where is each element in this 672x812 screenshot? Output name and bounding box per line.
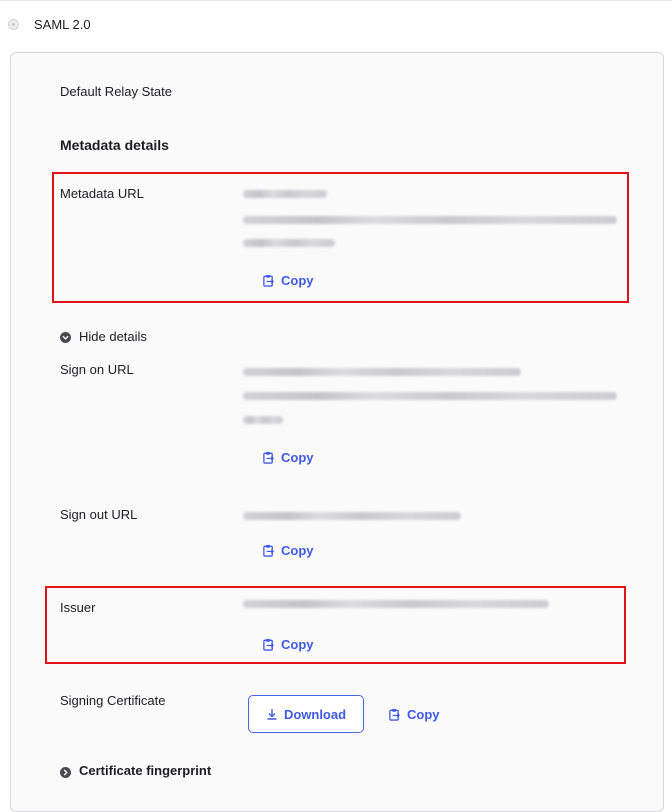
issuer-value-redacted — [243, 600, 549, 608]
sign-on-url-value-redacted — [243, 392, 617, 400]
certificate-fingerprint-toggle[interactable]: Certificate fingerprint — [79, 763, 211, 778]
copy-label: Copy — [281, 273, 314, 288]
metadata-url-label: Metadata URL — [60, 186, 144, 201]
metadata-details-heading: Metadata details — [60, 137, 169, 153]
download-certificate-button[interactable]: Download — [248, 695, 364, 733]
sign-on-url-label: Sign on URL — [60, 362, 134, 377]
sign-out-url-value-redacted — [243, 512, 461, 520]
copy-certificate-button[interactable]: Copy — [388, 707, 440, 722]
copy-label: Copy — [281, 450, 314, 465]
metadata-url-value-redacted — [243, 216, 617, 224]
signing-certificate-label: Signing Certificate — [60, 693, 166, 708]
chevron-right-icon — [60, 767, 71, 778]
download-icon — [267, 709, 277, 720]
copy-sign-out-url-button[interactable]: Copy — [262, 543, 314, 558]
clipboard-icon — [263, 451, 274, 464]
metadata-url-value-redacted — [243, 239, 335, 247]
copy-label: Copy — [281, 637, 314, 652]
clipboard-icon — [263, 638, 274, 651]
default-relay-state-label: Default Relay State — [60, 84, 173, 99]
saml-option-label: SAML 2.0 — [34, 17, 91, 32]
clipboard-icon — [389, 708, 400, 721]
copy-sign-on-url-button[interactable]: Copy — [262, 450, 314, 465]
chevron-down-icon — [60, 332, 71, 343]
copy-label: Copy — [281, 543, 314, 558]
clipboard-icon — [263, 274, 274, 287]
copy-metadata-url-button[interactable]: Copy — [262, 273, 314, 288]
metadata-url-value-redacted — [243, 190, 327, 198]
clipboard-icon — [263, 544, 274, 557]
top-divider — [0, 0, 672, 1]
issuer-highlight — [45, 586, 626, 664]
saml-radio[interactable] — [8, 19, 19, 30]
hide-details-toggle[interactable]: Hide details — [79, 329, 147, 344]
copy-issuer-button[interactable]: Copy — [262, 637, 314, 652]
sign-on-url-value-redacted — [243, 416, 283, 424]
download-label: Download — [283, 706, 347, 722]
sign-out-url-label: Sign out URL — [60, 507, 138, 522]
sign-on-url-value-redacted — [243, 368, 521, 376]
copy-label: Copy — [407, 707, 440, 722]
issuer-label: Issuer — [60, 600, 96, 615]
